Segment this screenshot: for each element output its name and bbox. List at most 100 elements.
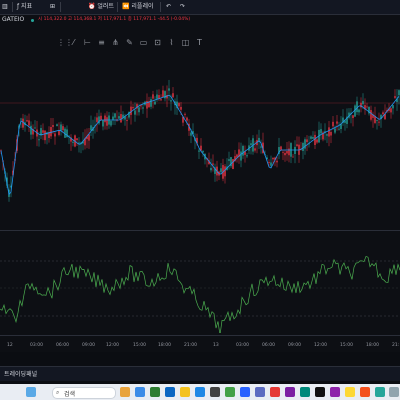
candle-body <box>320 129 322 134</box>
app-icon-15[interactable] <box>389 387 399 397</box>
trend-line-icon[interactable]: ⁄ <box>67 36 80 50</box>
time-tick-label: 09:00 <box>82 343 95 348</box>
price-chart[interactable] <box>0 50 400 250</box>
chart-type-icon[interactable]: ▥ <box>2 1 8 13</box>
candle-body <box>180 106 182 110</box>
ohlc-values: 시 114,322.0 고 114,368.1 저 117,971.1 종 11… <box>38 17 191 22</box>
app-icon-4[interactable] <box>165 387 175 397</box>
candle-body <box>58 130 60 135</box>
candle-body <box>96 117 98 122</box>
app-icon-10[interactable] <box>285 387 295 397</box>
pane-divider[interactable] <box>0 230 400 231</box>
tradingview-icon[interactable] <box>315 387 325 397</box>
time-tick-label: 15:00 <box>340 343 353 348</box>
app-icon-13[interactable] <box>345 387 355 397</box>
app-icon-6[interactable] <box>225 387 235 397</box>
candle-body <box>390 108 392 113</box>
time-tick-label: 21:00 <box>184 343 197 348</box>
candle-body <box>242 145 244 156</box>
candle-body <box>306 139 308 143</box>
app-icon-7[interactable] <box>240 387 250 397</box>
templates-icon[interactable]: ⊞ <box>50 1 55 13</box>
candle-body <box>294 146 296 155</box>
pitchfork-icon[interactable]: ⋔ <box>109 36 122 50</box>
candle-body <box>88 134 90 141</box>
app-icon-3[interactable] <box>150 387 160 397</box>
rectangle-icon[interactable]: ▭ <box>137 36 150 50</box>
alerts-label: 얼러트 <box>97 3 114 10</box>
fib-icon[interactable]: ⌇ <box>165 36 178 50</box>
candle-body <box>106 117 108 126</box>
candle-body <box>114 113 116 118</box>
time-tick-label: 12 <box>7 343 13 348</box>
candle-body <box>162 90 164 98</box>
app-icon-2[interactable] <box>135 387 145 397</box>
candle-body <box>304 139 306 149</box>
candle-body <box>210 167 212 171</box>
replay-label: 리플레이 <box>131 3 154 10</box>
undo-icon[interactable]: ↶ <box>166 1 171 13</box>
candle-body <box>146 100 148 109</box>
chrome-icon[interactable] <box>360 387 370 397</box>
candle-body <box>62 126 64 131</box>
candle-body <box>170 100 172 102</box>
candle-body <box>90 125 92 131</box>
cross-line-icon[interactable]: ⊢ <box>81 36 94 50</box>
candle-body <box>20 118 22 120</box>
alert-icon: ⏰ <box>88 3 96 10</box>
candle-body <box>76 138 78 141</box>
candle-body <box>314 134 316 145</box>
folder-icon[interactable] <box>180 387 190 397</box>
candle-body <box>312 137 314 139</box>
candle-body <box>132 107 134 109</box>
time-tick-label: 06:00 <box>56 343 69 348</box>
candle-body <box>130 106 132 115</box>
search-icon: ⌕ <box>56 389 60 396</box>
candle-body <box>30 125 32 135</box>
candle-body <box>358 109 360 113</box>
replay-button[interactable]: ⏪ 리플레이 <box>122 1 154 13</box>
candle-body <box>326 134 328 136</box>
trading-panel-tab[interactable]: 트레이딩패널 <box>4 369 37 378</box>
text-icon[interactable]: T <box>193 36 206 50</box>
app-icon-9[interactable] <box>270 387 280 397</box>
app-icon-8[interactable] <box>255 387 265 397</box>
time-axis-divider <box>0 335 400 336</box>
taskbar-search[interactable]: ⌕ 검색 <box>52 387 116 399</box>
candle-body <box>34 127 36 129</box>
exchange-label[interactable]: GATEIO <box>2 16 24 23</box>
alert-button[interactable]: ⏰ 얼러트 <box>88 1 114 13</box>
windows-start-icon[interactable] <box>26 387 36 397</box>
edge-icon[interactable] <box>195 387 205 397</box>
candle-body <box>172 93 174 98</box>
app-icon-1[interactable] <box>120 387 130 397</box>
app-icon-5[interactable] <box>210 387 220 397</box>
time-tick-label: 12:00 <box>106 343 119 348</box>
app-icon-12[interactable] <box>330 387 340 397</box>
candle-body <box>332 121 334 127</box>
candle-body <box>54 133 56 137</box>
candle-body <box>286 151 288 154</box>
candle-body <box>134 110 136 115</box>
oscillator-pane[interactable] <box>0 233 400 333</box>
candle-body <box>38 139 40 141</box>
shape-icon[interactable]: ◫ <box>179 36 192 50</box>
candle-body <box>56 124 58 127</box>
measure-icon[interactable]: ⊡ <box>151 36 164 50</box>
candle-body <box>104 115 106 123</box>
candle-body <box>154 101 156 105</box>
time-tick-label: 12:00 <box>314 343 327 348</box>
redo-icon[interactable]: ↷ <box>180 1 185 13</box>
time-tick-label: 15:00 <box>133 343 146 348</box>
app-icon-14[interactable] <box>375 387 385 397</box>
horizontal-line-icon[interactable]: ≡ <box>95 36 108 50</box>
brush-icon[interactable]: ✎ <box>123 36 136 50</box>
candle-body <box>362 100 364 105</box>
candle-body <box>228 159 230 161</box>
candle-body <box>138 107 140 113</box>
app-icon-11[interactable] <box>300 387 310 397</box>
candle-body <box>240 151 242 161</box>
indicators-button[interactable]: ƒ 지표 <box>17 1 32 13</box>
candle-body <box>28 120 30 126</box>
candle-body <box>394 96 396 98</box>
